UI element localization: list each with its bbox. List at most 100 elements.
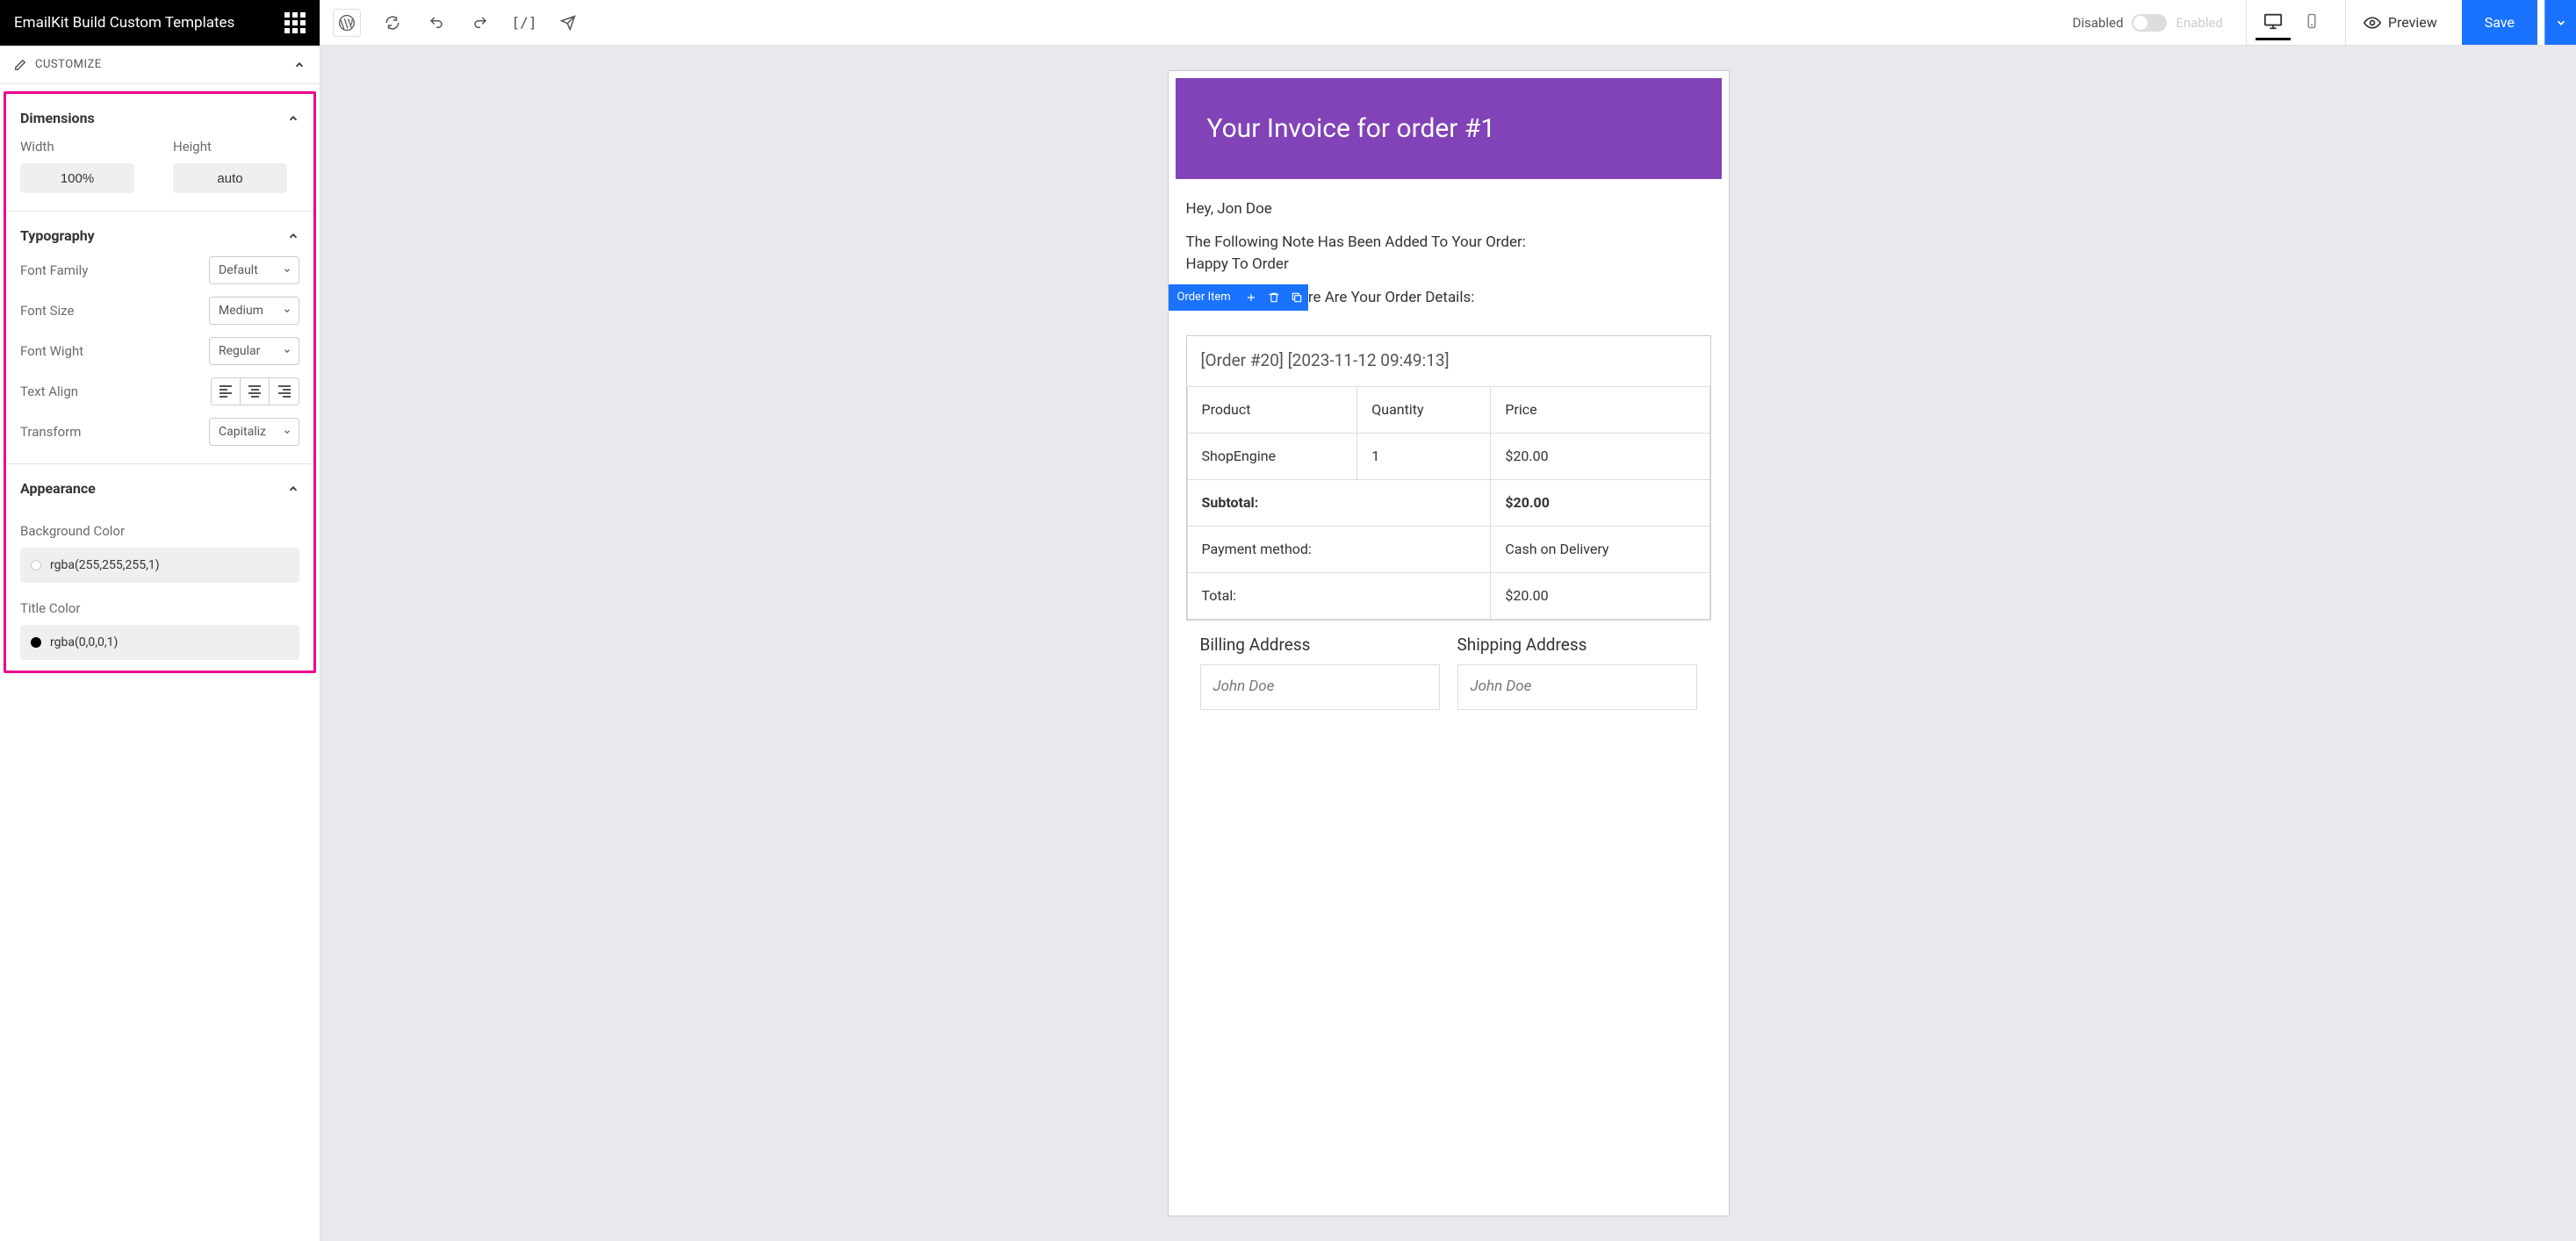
th-quantity: Quantity (1357, 386, 1491, 433)
duplicate-block-button[interactable] (1285, 284, 1308, 311)
send-icon[interactable] (556, 11, 580, 35)
panel-appearance-head[interactable]: Appearance (20, 480, 299, 497)
chevron-down-icon (283, 266, 291, 275)
chevron-up-icon (287, 483, 299, 495)
bg-color-label: Background Color (20, 523, 299, 539)
device-group (2246, 0, 2338, 45)
order-block[interactable]: [Order #20] [2023-11-12 09:49:13] Produc… (1186, 335, 1711, 620)
eye-icon (2364, 14, 2381, 32)
email-header[interactable]: Your Invoice for order #1 (1176, 78, 1722, 179)
chevron-up-icon (287, 112, 299, 125)
font-family-select[interactable]: Default (209, 256, 299, 284)
total-label: Total: (1187, 572, 1491, 619)
block-toolbar-label: Order Item (1169, 289, 1240, 306)
email-note[interactable]: The Following Note Has Been Added To You… (1186, 232, 1711, 276)
font-weight-select[interactable]: Regular (209, 337, 299, 365)
email-body: Hey, Jon Doe The Following Note Has Been… (1169, 186, 1729, 710)
chevron-down-icon (283, 427, 291, 436)
sidebar-header: EmailKit Build Custom Templates (0, 0, 320, 46)
payment-value: Cash on Delivery (1491, 526, 1709, 572)
font-weight-label: Font Wight (20, 343, 83, 359)
font-size-select[interactable]: Medium (209, 297, 299, 325)
email-greeting[interactable]: Hey, Jon Doe (1186, 198, 1711, 221)
font-family-value: Default (219, 263, 258, 277)
font-weight-value: Regular (219, 344, 260, 358)
enable-toggle-group: Disabled Enabled (2073, 14, 2223, 32)
save-label: Save (2485, 14, 2515, 31)
panel-dimensions-title: Dimensions (20, 110, 95, 126)
enable-toggle[interactable] (2132, 14, 2167, 32)
table-row: ShopEngine 1 $20.00 (1187, 433, 1709, 479)
height-input[interactable] (173, 163, 287, 193)
undo-icon[interactable] (424, 11, 449, 35)
td-price: $20.00 (1491, 433, 1709, 479)
title-color-input[interactable]: rgba(0,0,0,1) (20, 625, 299, 660)
chevron-down-icon (283, 347, 291, 355)
transform-label: Transform (20, 424, 81, 440)
customize-row[interactable]: CUSTOMIZE (0, 46, 320, 84)
chevron-down-icon (283, 306, 291, 315)
td-product: ShopEngine (1187, 433, 1357, 479)
text-align-label: Text Align (20, 384, 78, 399)
add-block-button[interactable] (1240, 284, 1263, 311)
align-right-button[interactable] (270, 378, 299, 405)
panels-scroll[interactable]: Dimensions Width Height (0, 84, 320, 1241)
preview-label: Preview (2388, 14, 2437, 31)
email-frame[interactable]: Your Invoice for order #1 Hey, Jon Doe T… (1168, 70, 1730, 1216)
main: [/] Disabled Enabled Preview Save (320, 0, 2576, 1241)
height-label: Height (173, 139, 299, 154)
block-toolbar: Order Item (1169, 284, 1308, 311)
font-family-label: Font Family (20, 262, 88, 278)
billing-box: John Doe (1200, 664, 1440, 710)
payment-row: Payment method: Cash on Delivery (1187, 526, 1709, 572)
chevron-down-icon (2555, 17, 2567, 29)
refresh-icon[interactable] (380, 11, 405, 35)
align-left-button[interactable] (212, 378, 241, 405)
panel-appearance: Appearance Background Color rgba(255,255… (6, 464, 313, 660)
bg-color-input[interactable]: rgba(255,255,255,1) (20, 548, 299, 583)
device-desktop-button[interactable] (2256, 5, 2291, 40)
align-center-button[interactable] (241, 378, 270, 405)
order-title: [Order #20] [2023-11-12 09:49:13] (1187, 336, 1710, 386)
panel-typography: Typography Font Family Default Font Size (6, 212, 313, 464)
apps-grid-icon[interactable] (284, 12, 306, 33)
panel-dimensions-head[interactable]: Dimensions (20, 110, 299, 126)
width-input[interactable] (20, 163, 134, 193)
shipping-head: Shipping Address (1457, 633, 1697, 658)
panel-typography-title: Typography (20, 227, 95, 244)
device-mobile-button[interactable] (2294, 5, 2329, 40)
transform-value: Capitaliz (219, 425, 266, 439)
transform-select[interactable]: Capitaliz (209, 418, 299, 446)
title-color-value: rgba(0,0,0,1) (50, 635, 118, 649)
subtotal-row: Subtotal: $20.00 (1187, 479, 1709, 526)
total-row: Total: $20.00 (1187, 572, 1709, 619)
order-table: Product Quantity Price ShopEngine 1 $20.… (1187, 386, 1710, 620)
app-title: EmailKit Build Custom Templates (14, 14, 234, 32)
preview-button[interactable]: Preview (2345, 0, 2455, 45)
text-align-group (211, 377, 299, 405)
wordpress-icon[interactable] (333, 9, 361, 37)
delete-block-button[interactable] (1263, 284, 1285, 311)
billing-head: Billing Address (1200, 633, 1440, 658)
save-dropdown-button[interactable] (2544, 0, 2576, 45)
shortcode-icon[interactable]: [/] (512, 11, 536, 35)
subtotal-label: Subtotal: (1187, 479, 1491, 526)
bg-color-value: rgba(255,255,255,1) (50, 558, 160, 572)
td-quantity: 1 (1357, 433, 1491, 479)
save-button[interactable]: Save (2462, 0, 2537, 45)
title-color-swatch (31, 637, 41, 648)
chevron-up-icon (287, 230, 299, 242)
title-color-label: Title Color (20, 600, 299, 616)
panel-dimensions: Dimensions Width Height (6, 94, 313, 212)
chevron-up-icon (293, 59, 306, 71)
total-value: $20.00 (1491, 572, 1709, 619)
panel-typography-head[interactable]: Typography (20, 227, 299, 244)
payment-label: Payment method: (1187, 526, 1491, 572)
canvas[interactable]: Your Invoice for order #1 Hey, Jon Doe T… (320, 46, 2576, 1241)
font-size-label: Font Size (20, 303, 74, 319)
address-row[interactable]: Billing Address John Doe Shipping Addres… (1186, 620, 1711, 710)
font-size-value: Medium (219, 304, 263, 318)
panel-appearance-title: Appearance (20, 480, 96, 497)
redo-icon[interactable] (468, 11, 493, 35)
bg-color-swatch (31, 560, 41, 570)
